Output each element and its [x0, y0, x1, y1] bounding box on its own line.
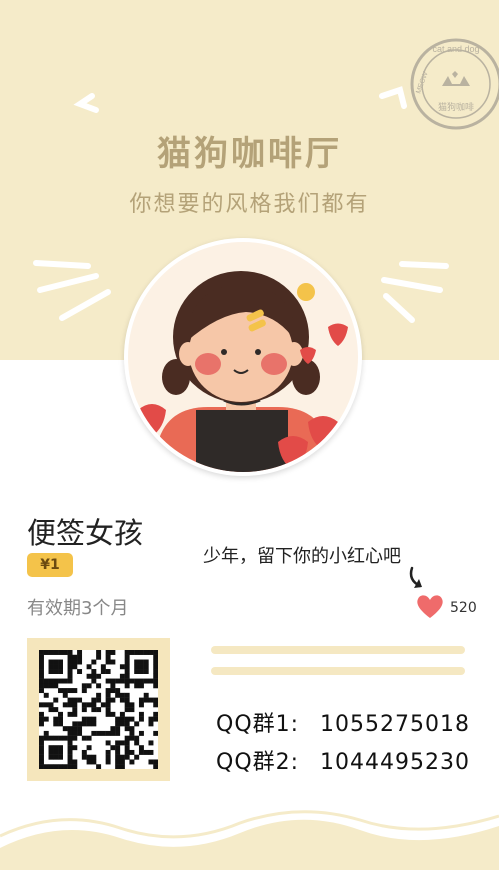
divider-bar [211, 646, 465, 654]
stamp-text-top: cat and dog [432, 44, 479, 54]
like-prompt: 少年，留下你的小红心吧 [203, 546, 401, 567]
avatar [128, 242, 358, 472]
like-count: 520 [450, 600, 477, 616]
avatar-frame [124, 238, 362, 476]
page-title: 猫狗咖啡厅 [157, 134, 342, 174]
arrow-icon [409, 566, 422, 588]
qr-code[interactable] [39, 650, 159, 770]
qq-group-2: QQ群2: 1044495230 [216, 744, 470, 776]
qq-group-2-number: 1044495230 [320, 750, 470, 775]
qq-group-1: QQ群1: 1055275018 [216, 706, 470, 738]
qq-group-2-label: QQ群2: [216, 750, 300, 775]
qr-frame [27, 638, 170, 781]
girl-illustration [138, 271, 348, 472]
heart-icon[interactable] [416, 593, 444, 619]
validity-text: 有效期3个月 [27, 598, 129, 619]
stamp-text-bottom: 猫狗咖啡 [438, 101, 474, 113]
divider-bar [211, 667, 465, 675]
stamp-icon: cat and dog 猫狗咖啡 MEOW [410, 38, 499, 130]
page-subtitle: 你想要的风格我们都有 [129, 192, 370, 217]
bottom-wave [0, 810, 499, 870]
qq-group-1-number: 1055275018 [320, 712, 470, 737]
poster-page: cat and dog 猫狗咖啡 MEOW 猫狗咖啡厅 你想要的风格我们都有 便… [0, 0, 499, 870]
qq-group-1-label: QQ群1: [216, 712, 300, 737]
product-name: 便签女孩 [27, 516, 144, 550]
stamp-text-side: MEOW [415, 71, 429, 95]
price-badge: ¥1 [27, 553, 73, 577]
